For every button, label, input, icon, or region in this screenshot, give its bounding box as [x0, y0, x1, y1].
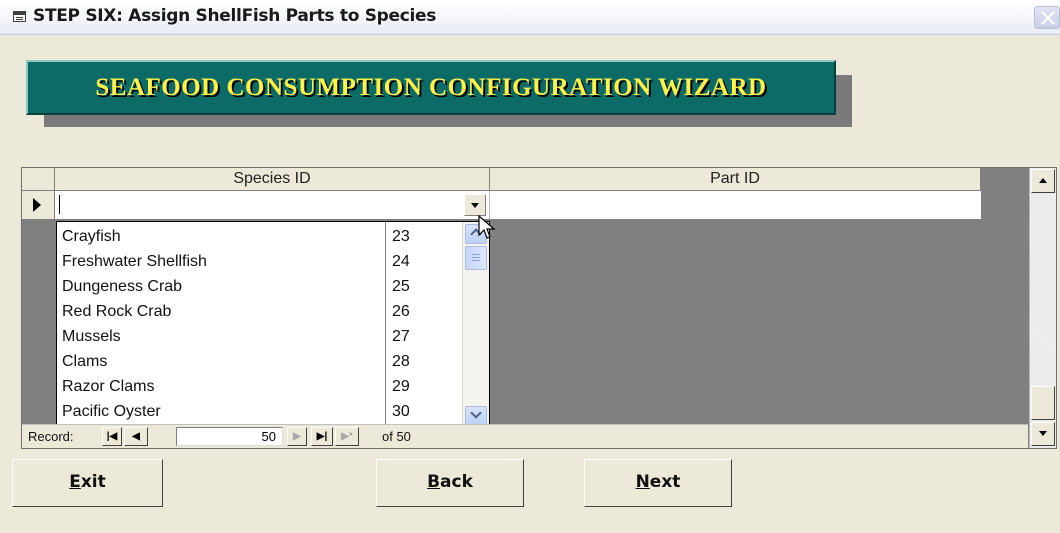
species-name: Pacific Oyster: [62, 403, 161, 420]
species-dropdown-list: Crayfish 23 Freshwater Shellfish 24 Dung…: [56, 221, 490, 431]
species-name: Red Rock Crab: [62, 303, 172, 320]
species-id: 24: [392, 253, 410, 270]
scroll-thumb[interactable]: [1031, 386, 1055, 420]
scroll-thumb[interactable]: [465, 246, 487, 270]
species-name: Crayfish: [62, 228, 121, 245]
banner-title: SEAFOOD CONSUMPTION CONFIGURATION WIZARD: [95, 74, 767, 101]
previous-record-icon[interactable]: ◀: [124, 427, 148, 446]
species-id: 25: [392, 278, 410, 295]
next-button[interactable]: Next: [584, 459, 732, 507]
record-navigation-bar: Record: |◀ ◀ 50 ▶ ▶| ▶* of 50: [22, 424, 1028, 448]
species-name: Dungeness Crab: [62, 278, 183, 295]
species-id: 28: [392, 353, 410, 370]
species-name: Freshwater Shellfish: [62, 253, 207, 270]
datasheet: Species ID Part ID Crayfish 23 Freshwate…: [21, 167, 1057, 449]
dropdown-arrow-button[interactable]: [464, 194, 486, 216]
back-button[interactable]: Back: [376, 459, 524, 507]
species-id: 29: [392, 378, 410, 395]
species-id: 26: [392, 303, 410, 320]
species-id: 23: [392, 228, 410, 245]
wizard-banner: SEAFOOD CONSUMPTION CONFIGURATION WIZARD: [26, 60, 836, 115]
close-button[interactable]: [1034, 6, 1060, 29]
header-corner[interactable]: [22, 168, 55, 191]
dropdown-scrollbar[interactable]: [462, 222, 489, 430]
list-item[interactable]: Freshwater Shellfish 24: [57, 250, 462, 275]
title-bar: STEP SIX: Assign ShellFish Parts to Spec…: [0, 0, 1060, 35]
part-id-field[interactable]: [490, 191, 981, 219]
species-id: 27: [392, 328, 410, 345]
species-name: Mussels: [62, 328, 121, 345]
last-record-icon[interactable]: ▶|: [311, 427, 333, 446]
first-record-icon[interactable]: |◀: [102, 427, 122, 446]
wizard-window: STEP SIX: Assign ShellFish Parts to Spec…: [0, 0, 1060, 533]
list-item[interactable]: Crayfish 23: [57, 225, 462, 250]
text-caret: [59, 195, 60, 214]
list-item[interactable]: Razor Clams 29: [57, 375, 462, 400]
scroll-down-button[interactable]: [465, 406, 487, 426]
form-icon: [13, 11, 26, 22]
scroll-down-button[interactable]: [1031, 422, 1055, 446]
list-item[interactable]: Dungeness Crab 25: [57, 275, 462, 300]
exit-button[interactable]: Exit: [12, 459, 163, 507]
next-record-icon[interactable]: ▶: [287, 427, 307, 446]
column-header-part-id[interactable]: Part ID: [490, 168, 981, 191]
column-divider: [385, 222, 386, 430]
list-item[interactable]: Clams 28: [57, 350, 462, 375]
list-item[interactable]: Red Rock Crab 26: [57, 300, 462, 325]
scroll-up-button[interactable]: [1031, 169, 1055, 193]
species-name: Razor Clams: [62, 378, 155, 395]
new-record-icon[interactable]: ▶*: [335, 427, 359, 446]
record-count: of 50: [382, 429, 411, 444]
column-header-species-id[interactable]: Species ID: [55, 168, 490, 191]
datasheet-scrollbar[interactable]: [1029, 168, 1056, 448]
species-id: 30: [392, 403, 410, 420]
mouse-pointer-icon: [478, 215, 496, 239]
current-record-input[interactable]: 50: [176, 427, 283, 446]
record-selector[interactable]: [22, 191, 55, 219]
list-item[interactable]: Pacific Oyster 30: [57, 400, 462, 425]
species-name: Clams: [62, 353, 108, 370]
species-id-combobox[interactable]: [55, 191, 490, 219]
record-label: Record:: [28, 429, 74, 444]
list-item[interactable]: Mussels 27: [57, 325, 462, 350]
window-title: STEP SIX: Assign ShellFish Parts to Spec…: [33, 6, 437, 26]
